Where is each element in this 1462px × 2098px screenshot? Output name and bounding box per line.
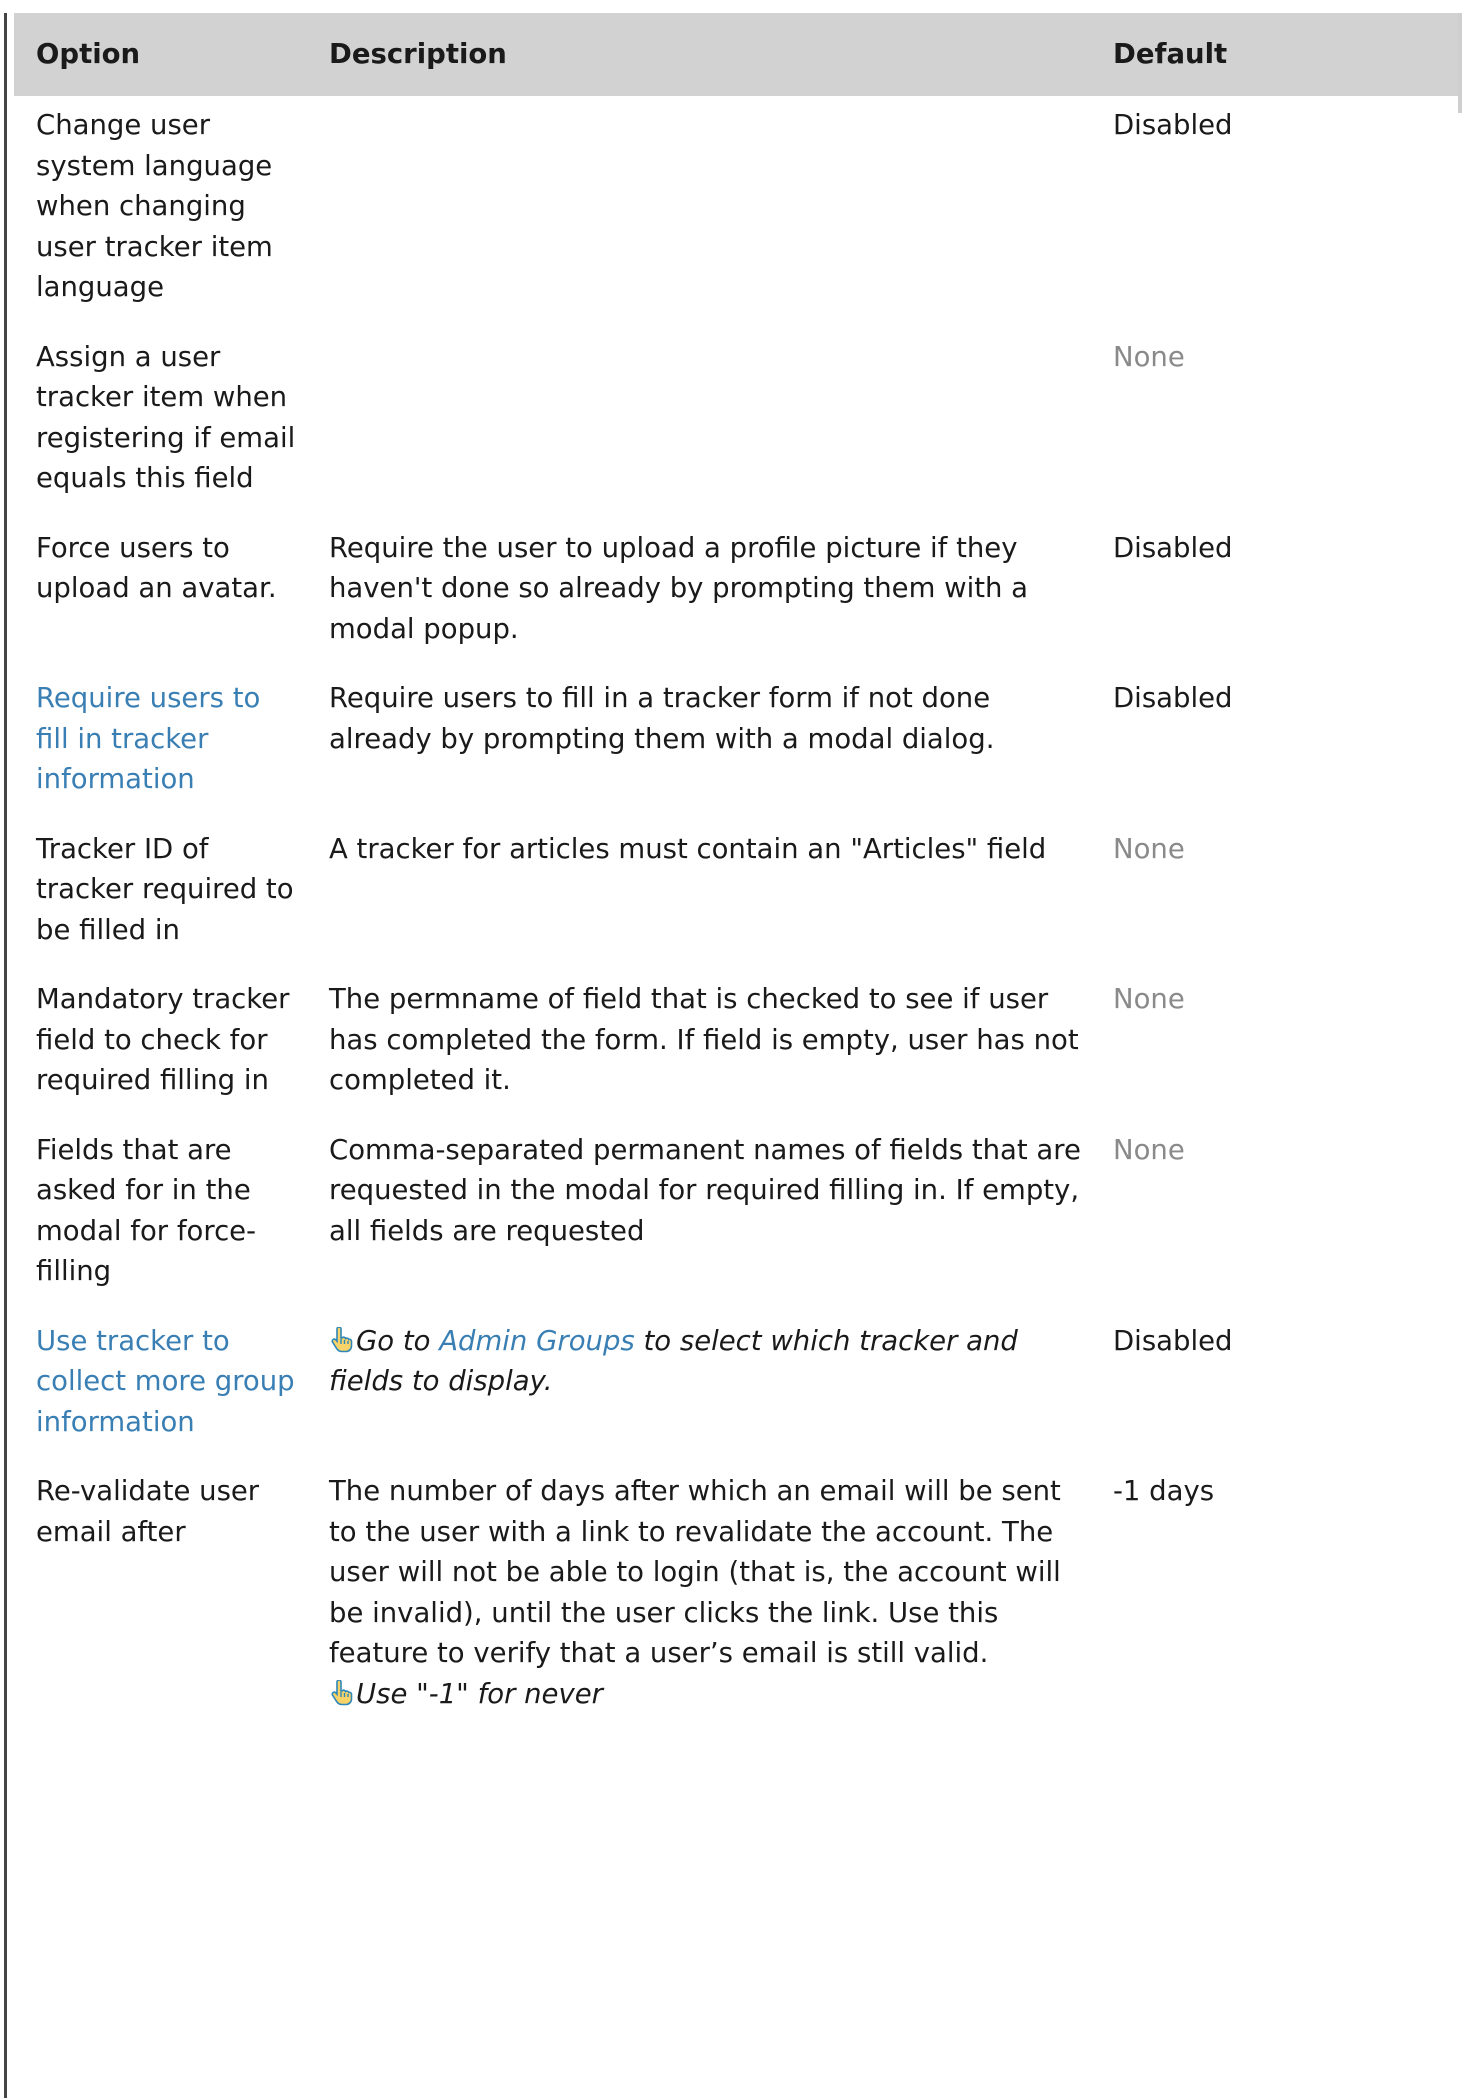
table-row: Require users to fill in tracker informa… — [14, 669, 1458, 820]
pointing-hand-icon — [329, 1324, 353, 1352]
header-row: Option Description Default — [14, 13, 1458, 96]
header-default: Default — [1091, 13, 1458, 96]
table-row: Change user system language when changin… — [14, 96, 1458, 328]
option-label: Re-validate user email after — [36, 1475, 260, 1548]
table-row: Fields that are asked for in the modal f… — [14, 1121, 1458, 1312]
admin-groups-link[interactable]: Admin Groups — [439, 1325, 635, 1357]
option-default: Disabled — [1113, 682, 1233, 714]
option-label: Force users to upload an avatar. — [36, 531, 277, 605]
option-description — [307, 96, 1091, 328]
option-description: Require the user to upload a profile pic… — [329, 531, 1029, 645]
option-link[interactable]: Require users to fill in tracker informa… — [14, 669, 307, 820]
option-description-cell: The number of days after which an email … — [307, 1462, 1091, 1734]
option-description: Comma-separated permanent names of field… — [329, 1133, 1081, 1247]
option-default: Disabled — [1113, 1324, 1233, 1357]
option-link[interactable]: Use tracker to collect more group inform… — [14, 1312, 307, 1463]
note-text-after: to select which tracker and fields to di… — [329, 1324, 1018, 1398]
left-border — [4, 13, 7, 2098]
option-description: A tracker for articles must contain an "… — [329, 832, 1047, 865]
table-row: Use tracker to collect more group inform… — [14, 1312, 1458, 1463]
option-default: None — [1113, 1133, 1185, 1166]
table-row: Force users to upload an avatar. Require… — [14, 519, 1458, 670]
option-label: Mandatory tracker field to check for req… — [36, 983, 290, 1096]
option-default: -1 days — [1113, 1475, 1215, 1507]
option-default: Disabled — [1113, 531, 1233, 564]
table-row: Assign a user tracker item when register… — [14, 328, 1458, 519]
note-text-before: Go to — [356, 1324, 431, 1357]
header-description: Description — [307, 13, 1091, 96]
header-option: Option — [14, 13, 307, 96]
option-default: None — [1113, 340, 1185, 373]
option-label: Assign a user tracker item when register… — [36, 340, 296, 495]
table-row: Mandatory tracker field to check for req… — [14, 970, 1458, 1121]
option-note: Use "-1" for never — [356, 1677, 603, 1710]
table-header: Option Description Default — [14, 13, 1458, 96]
option-default: None — [1113, 832, 1185, 865]
pointing-hand-icon — [329, 1677, 353, 1705]
option-label: Tracker ID of tracker required to be fil… — [36, 832, 294, 946]
scroll-edge — [1458, 13, 1462, 113]
option-default: Disabled — [1113, 109, 1233, 141]
option-label: Fields that are asked for in the modal f… — [36, 1133, 257, 1288]
preferences-table: Option Description Default Change user s… — [14, 13, 1458, 1734]
option-label: Change user system language when changin… — [36, 109, 273, 303]
option-description: The permname of field that is checked to… — [329, 983, 1079, 1096]
option-description — [307, 328, 1091, 519]
table-row: Tracker ID of tracker required to be fil… — [14, 820, 1458, 971]
option-default: None — [1113, 983, 1185, 1015]
option-description: Require users to fill in a tracker form … — [329, 682, 995, 755]
option-description: The number of days after which an email … — [329, 1475, 1061, 1669]
option-note: Go to Admin Groups to select which track… — [307, 1312, 1091, 1463]
table-row: Re-validate user email after The number … — [14, 1462, 1458, 1734]
